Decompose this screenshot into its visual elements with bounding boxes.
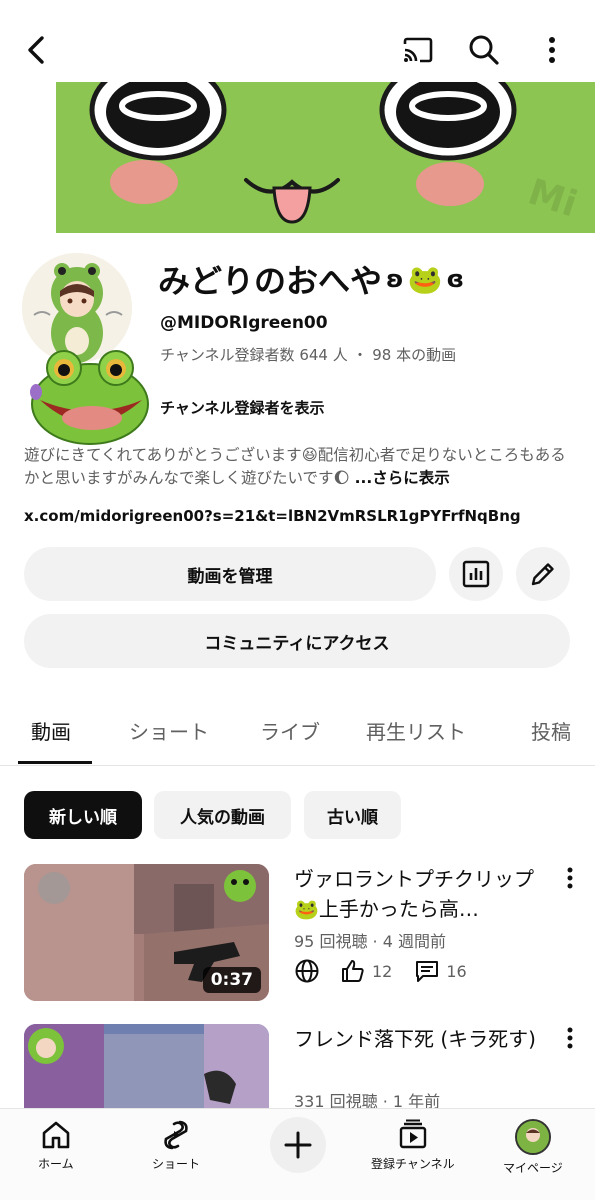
nav-home-label: ホーム [38, 1157, 74, 1171]
bottom-navigation: ホーム ショート 登録チャンネル マイページ [0, 1108, 595, 1200]
video-thumbnail[interactable]: 0:37 [24, 864, 269, 1001]
nav-mypage-label: マイページ [503, 1161, 563, 1175]
channel-tabs: 動画 ショート ライブ 再生リスト 投稿 [0, 700, 595, 766]
analytics-button[interactable] [449, 547, 503, 601]
comment-icon [416, 961, 439, 982]
edit-channel-button[interactable] [516, 547, 570, 601]
video-meta: 95 回視聴 · 4 週間前 [294, 932, 446, 951]
frog-emoji: 🐸 [407, 262, 443, 296]
cast-icon[interactable] [396, 28, 440, 72]
nav-subscriptions-label: 登録チャンネル [371, 1157, 455, 1171]
analytics-icon [462, 560, 490, 588]
tab-live[interactable]: ライブ [260, 716, 320, 745]
nav-shorts-label: ショート [152, 1157, 201, 1171]
more-vert-icon[interactable] [530, 28, 574, 72]
comment-count: 16 [446, 961, 467, 981]
channel-name-deco-right: ɞ [446, 265, 465, 293]
shorts-icon [164, 1120, 188, 1150]
pencil-icon [531, 563, 554, 586]
channel-handle: @MIDORIgreen00 [160, 313, 328, 333]
channel-meta: チャンネル登録者数 644 人 ・ 98 本の動画 [160, 346, 457, 364]
subscriptions-icon [399, 1119, 427, 1149]
video-more-icon[interactable] [560, 864, 580, 892]
tab-posts[interactable]: 投稿 [531, 716, 571, 745]
community-button[interactable]: コミュニティにアクセス [24, 614, 570, 668]
show-subscribers-link[interactable]: チャンネル登録者を表示 [160, 397, 325, 418]
create-button[interactable] [270, 1117, 326, 1173]
nav-mypage[interactable]: マイページ [503, 1119, 563, 1176]
tab-videos[interactable]: 動画 [31, 716, 71, 745]
like-icon [342, 960, 364, 982]
chip-newest[interactable]: 新しい順 [24, 791, 142, 839]
tab-shorts[interactable]: ショート [129, 716, 209, 745]
channel-description[interactable]: 遊びにきてくれてありがとうございます😆配信初心者で足りないところもあるかと思いま… [24, 444, 572, 490]
channel-external-link[interactable]: x.com/midorigreen00?s=21&t=lBN2VmRSLR1gP… [24, 507, 521, 525]
nav-subscriptions[interactable]: 登録チャンネル [371, 1119, 455, 1172]
video-duration: 0:37 [202, 967, 261, 993]
active-tab-indicator [18, 761, 92, 764]
frog-sticker-image [26, 346, 156, 448]
channel-name-text: みどりのおへや [158, 262, 383, 300]
home-icon [42, 1121, 70, 1149]
nav-home[interactable]: ホーム [38, 1119, 74, 1172]
plus-icon [284, 1131, 312, 1159]
chip-popular[interactable]: 人気の動画 [154, 791, 291, 839]
chip-oldest[interactable]: 古い順 [304, 791, 401, 839]
channel-name-deco-left: ʚ [386, 265, 404, 293]
video-title[interactable]: ヴァロラントプチクリップ🐸上手かったら高… [294, 864, 549, 924]
video-more-icon[interactable] [560, 1024, 580, 1052]
description-text: 遊びにきてくれてありがとうございます😆配信初心者で足りないところもあるかと思いま… [24, 446, 566, 487]
channel-banner: Mi [56, 82, 595, 233]
back-arrow-icon[interactable] [14, 28, 58, 72]
channel-name: みどりのおへや ʚ 🐸 ɞ [158, 256, 464, 302]
show-more-link[interactable]: ...さらに表示 [355, 469, 450, 487]
top-bar [0, 0, 595, 82]
globe-icon [295, 959, 319, 983]
video-stats: 12 16 [294, 958, 467, 984]
search-icon[interactable] [462, 28, 506, 72]
video-title[interactable]: フレンド落下死 (キラ死す) [294, 1024, 549, 1054]
nav-shorts[interactable]: ショート [152, 1119, 200, 1172]
tab-playlists[interactable]: 再生リスト [366, 716, 466, 745]
like-count: 12 [372, 961, 393, 981]
avatar-icon [514, 1119, 551, 1155]
manage-videos-button[interactable]: 動画を管理 [24, 547, 436, 601]
